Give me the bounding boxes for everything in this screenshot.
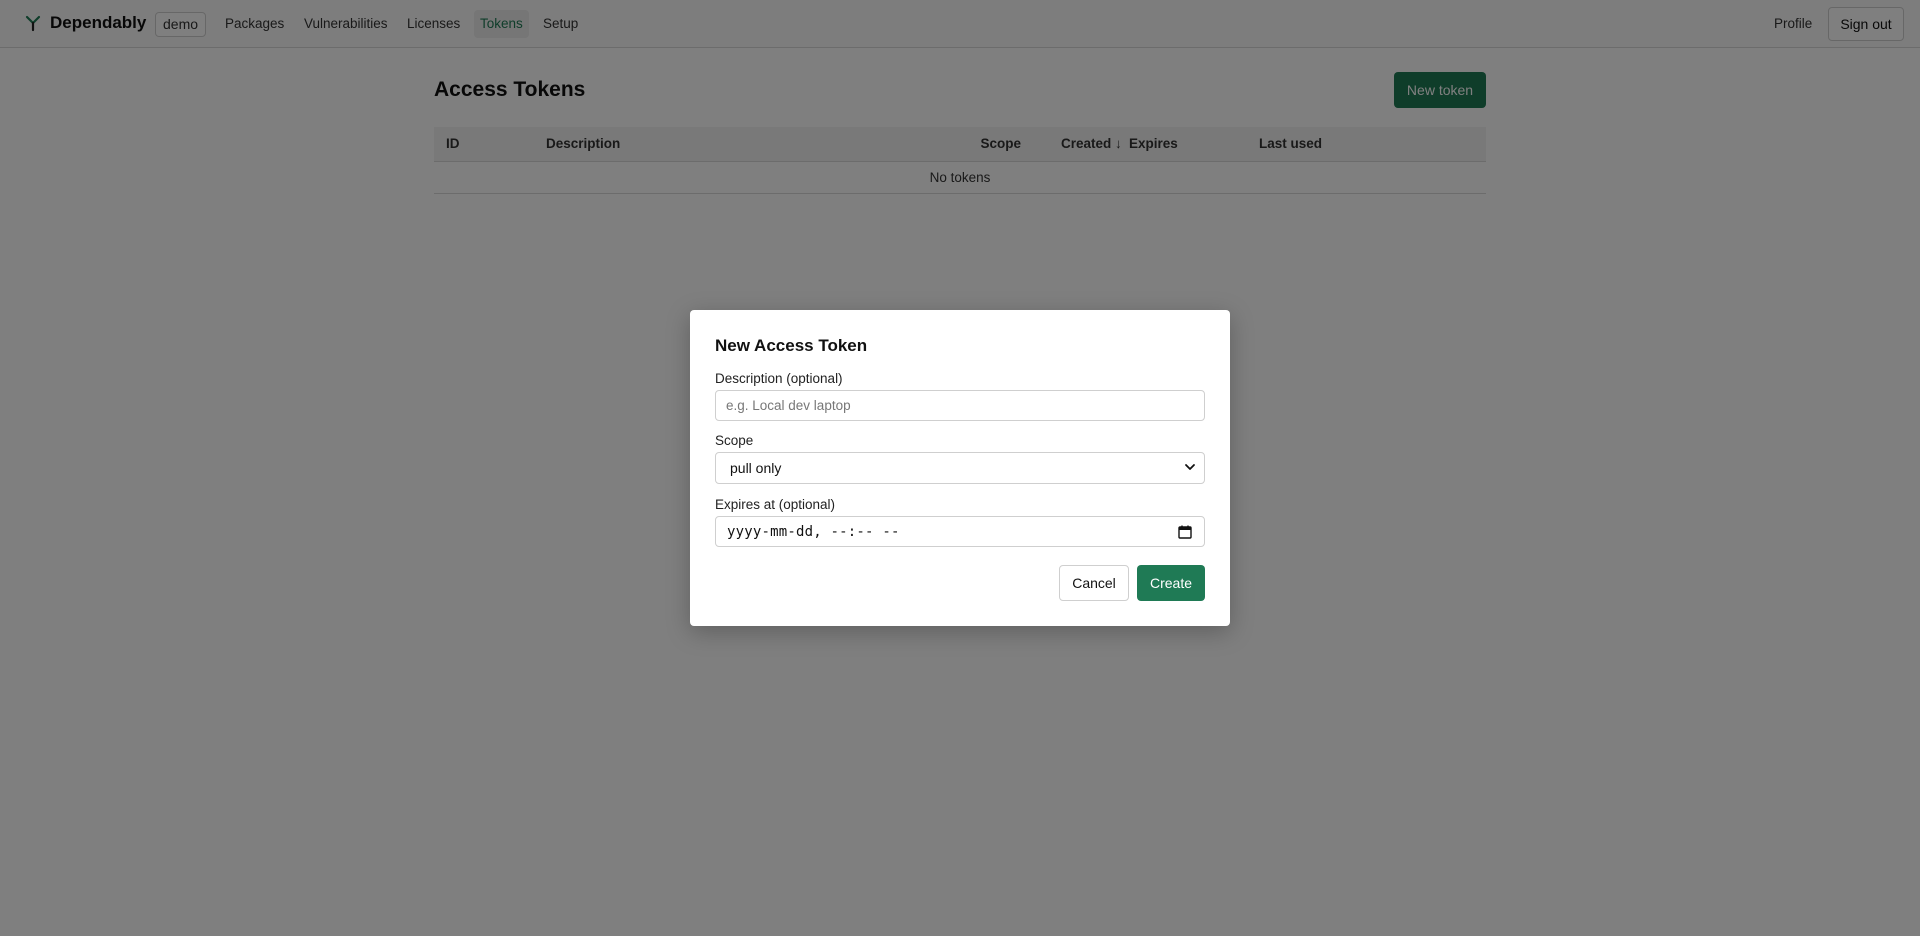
chevron-down-icon bbox=[1185, 464, 1195, 470]
cancel-button[interactable]: Cancel bbox=[1059, 565, 1129, 601]
scope-select[interactable]: pull only bbox=[715, 452, 1205, 484]
calendar-icon[interactable] bbox=[1178, 525, 1192, 539]
dialog-title: New Access Token bbox=[715, 336, 868, 355]
expires-datetime-placeholder: yyyy-mm-dd, --:-- -- bbox=[727, 524, 900, 540]
description-input[interactable] bbox=[715, 390, 1205, 421]
scope-selected-value: pull only bbox=[730, 460, 782, 476]
scope-label: Scope bbox=[715, 433, 754, 448]
expires-label: Expires at (optional) bbox=[715, 497, 836, 512]
create-button[interactable]: Create bbox=[1137, 565, 1205, 601]
new-token-dialog: New Access Token Description (optional) … bbox=[690, 310, 1230, 626]
expires-datetime-input[interactable]: yyyy-mm-dd, --:-- -- bbox=[715, 516, 1205, 547]
description-label: Description (optional) bbox=[715, 371, 843, 386]
